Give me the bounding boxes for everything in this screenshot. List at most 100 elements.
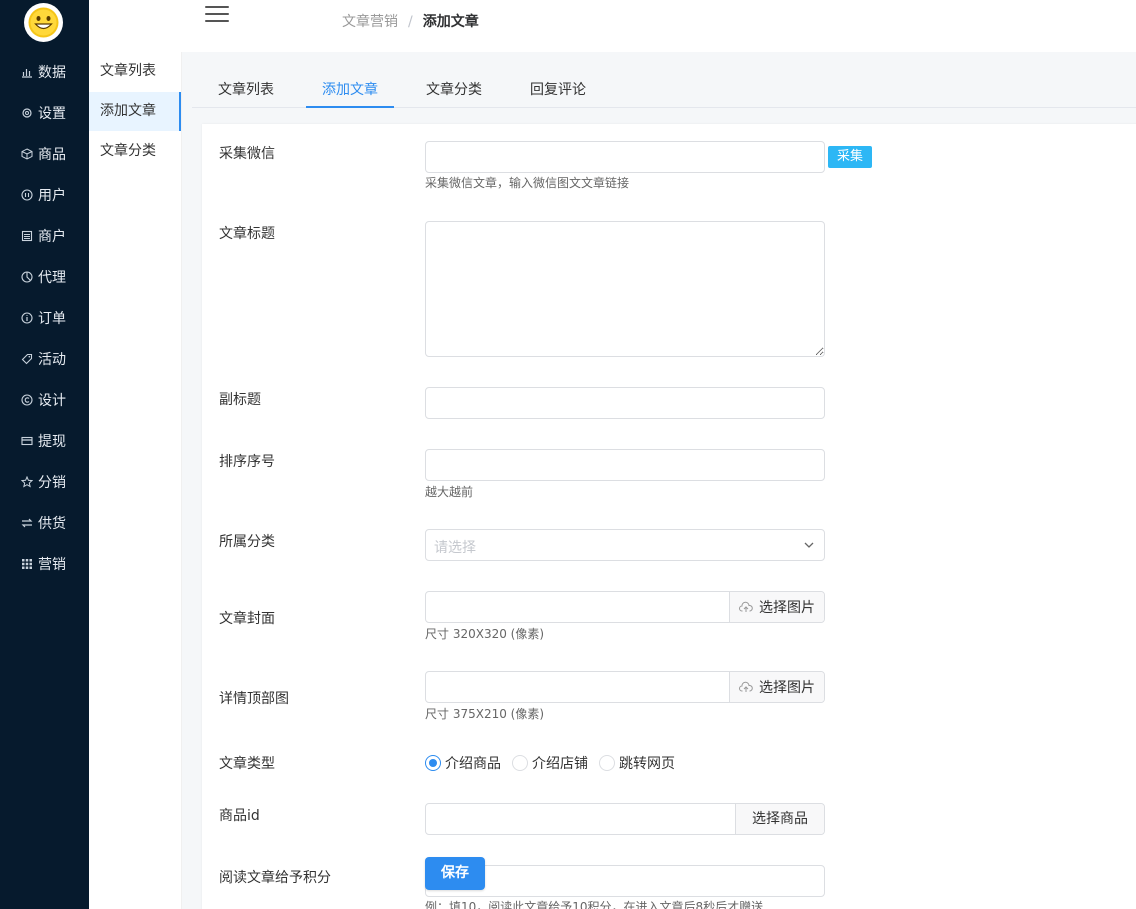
subtitle-input[interactable] <box>425 387 825 419</box>
radio-dot <box>599 755 615 771</box>
grid-icon <box>20 557 34 571</box>
type-option-label: 介绍店铺 <box>532 756 588 772</box>
cube-icon <box>20 147 34 161</box>
top-header <box>89 0 1136 52</box>
tab-article-list[interactable]: 文章列表 <box>218 72 274 108</box>
sidebar-item-activities[interactable]: 活动 <box>0 338 89 379</box>
top-image-select-button[interactable]: 选择图片 <box>729 672 824 702</box>
wechat-hint: 采集微信文章，输入微信图文文章链接 <box>425 176 630 190</box>
sidebar-item-label: 商品 <box>38 146 66 163</box>
gear-icon <box>20 106 34 120</box>
sidebar-item-design[interactable]: 设计 <box>0 379 89 420</box>
type-option-label: 介绍商品 <box>445 756 501 772</box>
info-icon <box>20 311 34 325</box>
main-sidebar: 数据 设置 商品 用户 商户 代理 订单 活动 设计 提现 分销 供货 营销 <box>0 0 89 909</box>
sidebar-item-label: 供货 <box>38 515 66 532</box>
sidebar-item-supply[interactable]: 供货 <box>0 502 89 543</box>
sort-hint: 越大越前 <box>425 485 474 499</box>
sort-label: 排序序号 <box>219 454 275 470</box>
sidebar-item-settings[interactable]: 设置 <box>0 92 89 133</box>
cloud-upload-icon <box>739 681 753 692</box>
breadcrumb-current: 添加文章 <box>422 14 479 30</box>
cover-hint: 尺寸 320X320 (像素) <box>425 627 545 641</box>
bar-chart-icon <box>20 65 34 79</box>
pie-icon <box>20 270 34 284</box>
type-radio-goods[interactable]: 介绍商品 <box>425 753 501 773</box>
sidebar-item-data[interactable]: 数据 <box>0 51 89 92</box>
sidebar-item-label: 商户 <box>38 228 66 245</box>
sidebar-item-label: 代理 <box>38 269 66 286</box>
top-image-upload-field[interactable]: 选择图片 <box>425 671 825 703</box>
points-hint: 例：填10，阅读此文章给予10积分，在进入文章后8秒后才赠送 <box>425 900 764 909</box>
tab-add-article[interactable]: 添加文章 <box>306 72 394 108</box>
tag-icon <box>20 352 34 366</box>
category-select[interactable]: 请选择 <box>425 529 825 561</box>
category-placeholder: 请选择 <box>434 540 476 556</box>
submenu-item-article-category[interactable]: 文章分类 <box>89 132 181 171</box>
swap-icon <box>20 516 34 530</box>
type-radio-webpage[interactable]: 跳转网页 <box>599 753 675 773</box>
breadcrumb: 文章营销 / 添加文章 <box>342 11 479 31</box>
wechat-label: 采集微信 <box>219 146 275 162</box>
type-option-label: 跳转网页 <box>619 756 675 772</box>
cover-label: 文章封面 <box>219 611 275 627</box>
title-label: 文章标题 <box>219 226 275 242</box>
top-image-hint: 尺寸 375X210 (像素) <box>425 707 545 721</box>
goods-id-field[interactable]: 选择商品 <box>425 803 825 835</box>
sidebar-item-label: 用户 <box>38 187 66 204</box>
article-submenu: 文章列表 添加文章 文章分类 <box>89 52 182 909</box>
sidebar-item-label: 分销 <box>38 474 66 491</box>
sort-input[interactable] <box>425 449 825 481</box>
cloud-upload-icon <box>739 601 753 612</box>
copyright-icon <box>20 393 34 407</box>
sidebar-item-withdraw[interactable]: 提现 <box>0 420 89 461</box>
chevron-down-icon <box>804 542 814 548</box>
cover-select-image-label: 选择图片 <box>759 600 815 616</box>
radio-dot <box>425 755 441 771</box>
sidebar-item-distribution[interactable]: 分销 <box>0 461 89 502</box>
menu-toggle-icon[interactable] <box>205 6 229 24</box>
store-icon <box>20 229 34 243</box>
sidebar-item-label: 设计 <box>38 392 66 409</box>
radio-dot <box>512 755 528 771</box>
points-input[interactable] <box>425 865 825 897</box>
sidebar-item-orders[interactable]: 订单 <box>0 297 89 338</box>
type-radio-group: 介绍商品 介绍店铺 跳转网页 <box>425 753 686 773</box>
tab-article-category[interactable]: 文章分类 <box>426 72 482 108</box>
sidebar-item-label: 设置 <box>38 105 66 122</box>
sidebar-item-label: 数据 <box>38 64 66 81</box>
sidebar-item-goods[interactable]: 商品 <box>0 133 89 174</box>
sidebar-item-marketing[interactable]: 营销 <box>0 543 89 584</box>
smiley-logo-icon[interactable] <box>24 3 63 42</box>
goods-id-label: 商品id <box>219 808 260 824</box>
sidebar-item-users[interactable]: 用户 <box>0 174 89 215</box>
tabs-bar: 文章列表 添加文章 文章分类 回复评论 <box>192 72 1136 108</box>
top-image-select-label: 选择图片 <box>759 680 815 696</box>
tab-reply-comment[interactable]: 回复评论 <box>530 72 586 108</box>
sidebar-item-label: 订单 <box>38 310 66 327</box>
sidebar-item-agents[interactable]: 代理 <box>0 256 89 297</box>
sidebar-item-label: 营销 <box>38 556 66 573</box>
breadcrumb-parent[interactable]: 文章营销 <box>342 14 398 30</box>
sidebar-item-label: 提现 <box>38 433 66 450</box>
subtitle-label: 副标题 <box>219 392 261 408</box>
submenu-item-article-list[interactable]: 文章列表 <box>89 52 181 91</box>
user-icon <box>20 188 34 202</box>
cover-upload-field[interactable]: 选择图片 <box>425 591 825 623</box>
category-label: 所属分类 <box>219 534 275 550</box>
star-icon <box>20 475 34 489</box>
type-label: 文章类型 <box>219 756 275 772</box>
type-radio-shop[interactable]: 介绍店铺 <box>512 753 588 773</box>
wechat-url-input[interactable] <box>425 141 825 173</box>
cover-select-image-button[interactable]: 选择图片 <box>729 592 824 622</box>
collect-button[interactable]: 采集 <box>828 146 872 168</box>
select-goods-button[interactable]: 选择商品 <box>735 804 824 834</box>
breadcrumb-separator: / <box>408 14 413 30</box>
submenu-item-add-article[interactable]: 添加文章 <box>89 92 181 131</box>
sidebar-item-label: 活动 <box>38 351 66 368</box>
card-icon <box>20 434 34 448</box>
save-button[interactable]: 保存 <box>425 857 485 890</box>
sidebar-item-merchants[interactable]: 商户 <box>0 215 89 256</box>
points-label: 阅读文章给予积分 <box>219 870 331 886</box>
title-textarea[interactable] <box>425 221 825 357</box>
